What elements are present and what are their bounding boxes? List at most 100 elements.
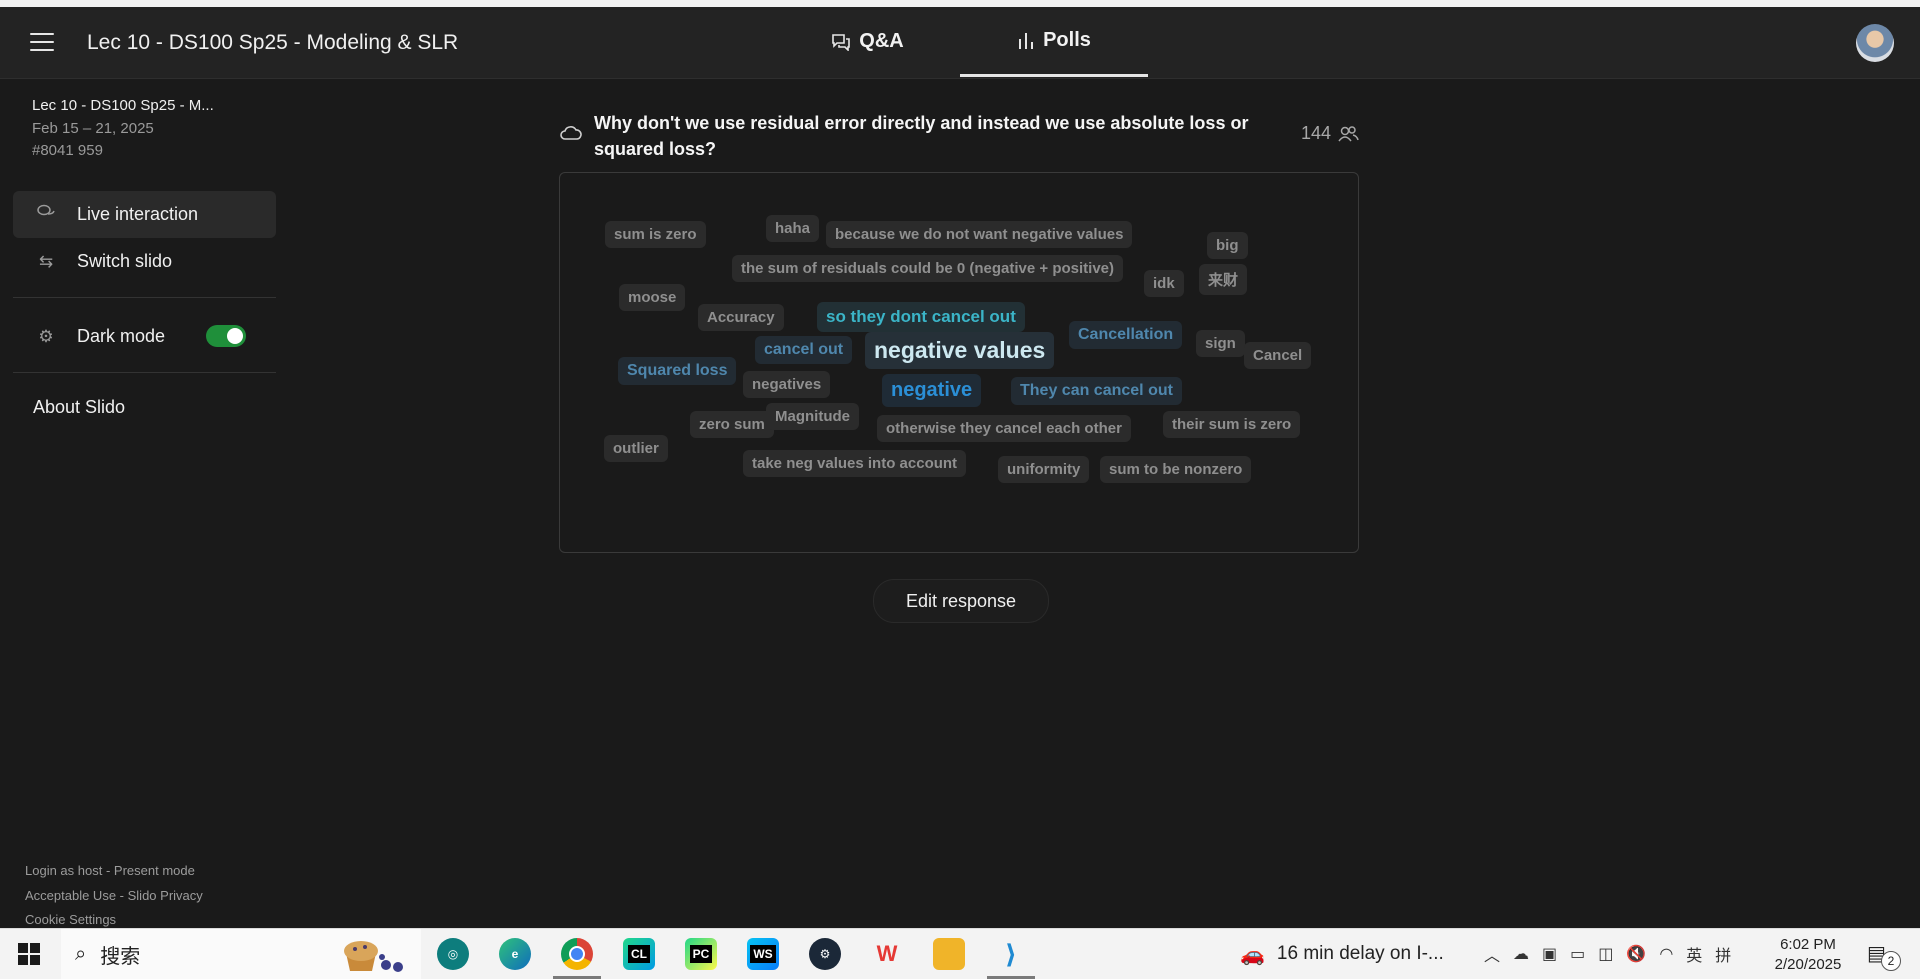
sidebar-item-switch-slido[interactable]: ⇆ Switch slido (13, 238, 276, 285)
cookie-settings-link[interactable]: Cookie Settings (25, 912, 116, 927)
sidebar-item-label: Switch slido (77, 251, 173, 271)
word-cloud-entry: Cancel (1244, 342, 1312, 369)
ime-mode[interactable]: 拼 (1715, 942, 1731, 966)
word-cloud-entry: negative values (865, 332, 1055, 369)
word-cloud-entry: sum is zero (605, 221, 706, 248)
windows-start-icon[interactable] (18, 943, 40, 965)
taskbar-clock[interactable]: 6:02 PM 2/20/2025 (1760, 935, 1856, 975)
privacy-link[interactable]: Slido Privacy (128, 888, 203, 903)
word-cloud-entry: Squared loss (618, 357, 737, 385)
sidebar: Lec 10 - DS100 Sp25 - M... Feb 15 – 21, … (0, 79, 290, 928)
word-cloud: sum is zero haha because we do not want ne… (559, 172, 1359, 553)
word-cloud-entry: their sum is zero (1163, 411, 1301, 438)
dark-mode-toggle[interactable] (206, 325, 246, 347)
onedrive-icon[interactable]: ☁ (1513, 944, 1529, 964)
steam-app-icon[interactable]: ⚙ (809, 938, 841, 970)
footer-line-3: Cookie Settings (25, 912, 116, 927)
clock-time: 6:02 PM (1780, 936, 1836, 953)
ime-language[interactable]: 英 (1686, 942, 1702, 966)
chrome-browser-icon[interactable] (553, 938, 601, 979)
word-cloud-entry: because we do not want negative values (826, 221, 1133, 248)
sidebar-event-dates: Feb 15 – 21, 2025 (32, 120, 154, 137)
windows-taskbar: ⌕ 搜索 ◎ e CL PC WS ⚙ W ⟩ 🚗 16 min delay o… (0, 928, 1920, 979)
webstorm-ide-icon[interactable]: WS (747, 938, 779, 970)
word-cloud-entry: the sum of residuals could be 0 (negativ… (732, 255, 1124, 282)
chat-bubbles-icon (33, 204, 59, 225)
word-cloud-entry: negatives (743, 371, 831, 398)
clock-date: 2/20/2025 (1774, 956, 1842, 973)
word-cloud-entry: cancel out (755, 336, 853, 364)
participant-count-value: 144 (1301, 123, 1332, 143)
vscode-app-icon[interactable]: ⟩ (987, 938, 1035, 979)
participant-count: 144 (1301, 123, 1359, 144)
notification-center-icon[interactable]: ▤ 2 (1867, 941, 1901, 971)
word-cloud-entry: They can cancel out (1011, 377, 1182, 405)
pycharm-ide-icon[interactable]: PC (685, 938, 717, 970)
clion-ide-icon[interactable]: CL (623, 938, 655, 970)
bar-chart-icon (1019, 32, 1034, 49)
word-cloud-entry: Accuracy (698, 304, 784, 331)
word-cloud-entry: Magnitude (766, 403, 859, 430)
chatgpt-app-icon[interactable]: ◎ (437, 938, 469, 970)
tab-qa-label: Q&A (859, 30, 904, 52)
camera-icon[interactable]: ◫ (1598, 944, 1613, 964)
about-slido-link[interactable]: About Slido (33, 397, 125, 418)
search-highlight-image (338, 935, 418, 973)
chat-bubbles-icon (832, 33, 851, 51)
word-cloud-entry: so they dont cancel out (817, 302, 1025, 332)
word-cloud-entry: sum to be nonzero (1100, 456, 1252, 483)
system-tray: ︿ ☁ ▣ ▭ ◫ 🔇 ◠ 英 拼 (1484, 929, 1731, 979)
wifi-icon[interactable]: ◠ (1659, 944, 1673, 964)
word-cloud-entry: moose (619, 284, 686, 311)
sidebar-item-label: Live interaction (77, 204, 199, 224)
footer-line-2: Acceptable Use - Slido Privacy (25, 888, 203, 903)
acceptable-use-link[interactable]: Acceptable Use (25, 888, 116, 903)
sidebar-item-label: Dark mode (77, 326, 166, 346)
chevron-up-icon[interactable]: ︿ (1484, 942, 1500, 966)
footer-line-1: Login as host - Present mode (25, 863, 195, 878)
sidebar-item-live-interaction[interactable]: Live interaction (13, 191, 276, 238)
sidebar-divider (13, 372, 276, 373)
settings-gear-icon: ⚙ (38, 326, 54, 346)
car-icon: 🚗 (1240, 943, 1265, 966)
word-cloud-entry: negative (882, 374, 982, 407)
sidebar-event-code: #8041 959 (32, 142, 103, 159)
word-cloud-entry: sign (1196, 330, 1245, 357)
sidebar-divider (13, 297, 276, 298)
swap-arrows-icon: ⇆ (38, 251, 54, 271)
search-placeholder: 搜索 (100, 945, 141, 968)
battery-icon[interactable]: ▭ (1570, 944, 1585, 964)
people-icon (1338, 125, 1359, 141)
word-cloud-entry: 来财 (1199, 264, 1248, 295)
word-cloud-entry: big (1207, 232, 1248, 259)
security-icon[interactable]: ▣ (1542, 944, 1557, 964)
file-explorer-icon[interactable] (933, 938, 965, 970)
notification-count: 2 (1881, 951, 1901, 971)
sidebar-event-name: Lec 10 - DS100 Sp25 - M... (32, 97, 214, 114)
word-cloud-entry: haha (766, 215, 820, 242)
edge-browser-icon[interactable]: e (499, 938, 531, 970)
tab-qa[interactable]: Q&A (800, 7, 935, 76)
present-mode-link[interactable]: Present mode (114, 863, 195, 878)
word-cloud-entry: uniformity (998, 456, 1090, 483)
word-cloud-entry: outlier (604, 435, 668, 462)
login-as-host-link[interactable]: Login as host (25, 863, 102, 878)
wps-office-icon[interactable]: W (871, 938, 903, 970)
word-cloud-entry: Cancellation (1069, 321, 1183, 349)
poll-question: Why don't we use residual error directly… (594, 113, 1249, 159)
tab-polls-label: Polls (1043, 29, 1091, 51)
user-avatar[interactable] (1856, 24, 1894, 62)
search-icon: ⌕ (75, 942, 87, 965)
word-cloud-entry: take neg values into account (743, 450, 967, 477)
word-cloud-entry: otherwise they cancel each other (877, 415, 1131, 442)
window-top-strip (0, 0, 1920, 7)
edit-response-button[interactable]: Edit response (873, 579, 1049, 623)
traffic-alert-text: 16 min delay on I-... (1276, 943, 1444, 964)
menu-icon[interactable] (30, 33, 54, 53)
traffic-alert-widget[interactable]: 🚗 16 min delay on I-... (1240, 929, 1444, 979)
event-title: Lec 10 - DS100 Sp25 - Modeling & SLR (87, 31, 459, 54)
tab-polls[interactable]: Polls (960, 7, 1148, 77)
volume-muted-icon[interactable]: 🔇 (1626, 944, 1646, 964)
word-cloud-icon (559, 124, 583, 142)
word-cloud-entry: zero sum (690, 411, 774, 438)
